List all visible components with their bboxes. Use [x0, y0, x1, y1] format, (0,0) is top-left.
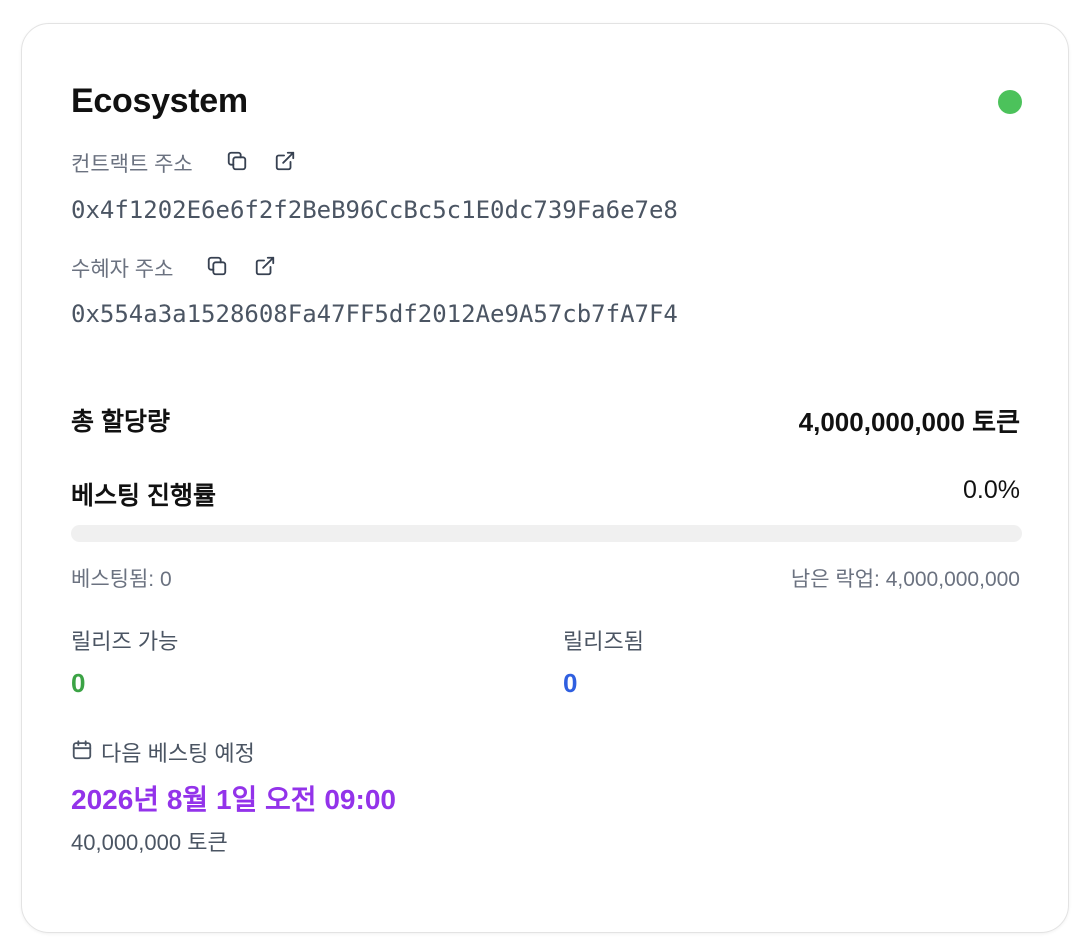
next-vesting-amount: 40,000,000 토큰 — [71, 830, 228, 855]
next-vesting-date: 2026년 8월 1일 오전 09:00 — [71, 784, 396, 815]
total-allocation-label: 총 할당량 — [71, 408, 170, 436]
card-title: Ecosystem — [71, 82, 248, 120]
status-indicator — [998, 90, 1022, 114]
external-link-icon[interactable] — [272, 148, 298, 174]
vesting-card: Ecosystem 컨트랙트 주소 0x4f1202E6e6f2f2BeB96C… — [21, 23, 1069, 933]
copy-icon[interactable] — [204, 253, 230, 279]
releasable-label: 릴리즈 가능 — [71, 629, 179, 654]
remaining-lockup: 남은 락업: 4,000,000,000 — [790, 568, 1020, 591]
vesting-progress-label: 베스팅 진행률 — [71, 482, 216, 510]
next-vesting-label: 다음 베스팅 예정 — [101, 741, 255, 766]
external-link-icon[interactable] — [252, 253, 278, 279]
next-vesting-header: 다음 베스팅 예정 — [71, 736, 255, 768]
vested-amount: 베스팅됨: 0 — [71, 568, 172, 591]
vesting-progress-percent: 0.0% — [963, 476, 1020, 504]
released-label: 릴리즈됨 — [563, 629, 644, 654]
contract-address-label: 컨트랙트 주소 — [71, 153, 193, 176]
contract-address-value: 0x4f1202E6e6f2f2BeB96CcBc5c1E0dc739Fa6e7… — [71, 196, 678, 224]
released-value: 0 — [563, 668, 578, 698]
vesting-progress-bar — [71, 525, 1022, 542]
beneficiary-address-label: 수혜자 주소 — [71, 258, 174, 281]
calendar-icon — [71, 739, 93, 766]
total-allocation-value: 4,000,000,000 토큰 — [798, 407, 1020, 437]
releasable-value: 0 — [71, 668, 86, 698]
beneficiary-address-value: 0x554a3a1528608Fa47FF5df2012Ae9A57cb7fA7… — [71, 300, 678, 328]
copy-icon[interactable] — [224, 148, 250, 174]
